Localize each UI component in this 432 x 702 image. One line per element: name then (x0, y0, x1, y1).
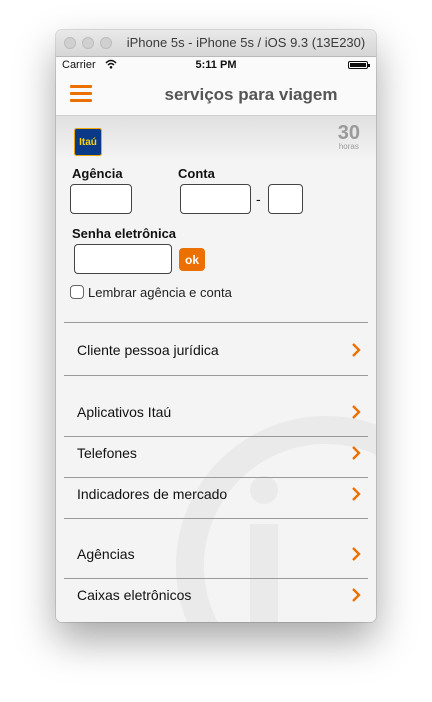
page-title: serviços para viagem (164, 85, 338, 104)
chevron-right-icon (352, 343, 361, 357)
status-bar: Carrier 5:11 PM (56, 57, 376, 73)
chevron-right-icon (352, 487, 361, 501)
navigation-bar: serviços para viagem (56, 73, 376, 116)
conta-label: Conta (178, 166, 215, 181)
menu-item-label: Agências (77, 546, 135, 562)
agencia-input[interactable] (70, 184, 132, 214)
menu-item-label: Indicadores de mercado (77, 486, 228, 502)
hours-text: horas (338, 142, 359, 151)
menu-item-caixas[interactable]: Caixas eletrônicos (64, 575, 368, 615)
status-time: 5:11 PM (195, 59, 237, 71)
senha-input[interactable] (74, 244, 172, 274)
menu-item-label: Telefones (77, 445, 137, 461)
chevron-right-icon (352, 446, 361, 460)
login-form: Agência Conta - Senha eletrônica ok Lemb… (56, 160, 376, 330)
senha-label: Senha eletrônica (72, 226, 177, 241)
close-window-button[interactable] (64, 37, 76, 49)
window-title: iPhone 5s - iPhone 5s / iOS 9.3 (13E230) (126, 35, 366, 50)
menu-item-label: Aplicativos Itaú (77, 404, 172, 420)
bank-banner: Itaú 30 horas (56, 116, 376, 160)
30-hours-logo: 30 horas (337, 122, 360, 151)
itau-logo: Itaú (74, 128, 102, 156)
menu-item-label: Caixas eletrônicos (77, 587, 192, 603)
hamburger-icon[interactable] (70, 85, 92, 103)
minimize-window-button[interactable] (82, 37, 94, 49)
conta-input[interactable] (180, 184, 251, 214)
chevron-right-icon (352, 405, 361, 419)
window-titlebar: iPhone 5s - iPhone 5s / iOS 9.3 (13E230) (56, 30, 376, 57)
menu-item-cliente-pj[interactable]: Cliente pessoa jurídica (64, 330, 368, 370)
menu-item-label: Cliente pessoa jurídica (77, 342, 219, 358)
agencia-label: Agência (72, 166, 123, 181)
menu-item-telefones[interactable]: Telefones (64, 433, 368, 473)
separator (64, 518, 368, 519)
main-content[interactable]: Itaú 30 horas Agência Conta - Senha elet… (56, 116, 376, 622)
battery-icon (348, 61, 370, 69)
hours-number: 30 (337, 122, 360, 144)
maximize-window-button[interactable] (100, 37, 112, 49)
simulator-window: iPhone 5s - iPhone 5s / iOS 9.3 (13E230)… (56, 30, 376, 622)
remember-checkbox[interactable] (70, 285, 84, 299)
menu-item-indicadores[interactable]: Indicadores de mercado (64, 474, 368, 514)
chevron-right-icon (352, 547, 361, 561)
separator (64, 322, 368, 323)
separator (64, 375, 368, 376)
remember-label[interactable]: Lembrar agência e conta (88, 285, 232, 300)
ok-button[interactable]: ok (179, 248, 205, 271)
menu-item-agencias[interactable]: Agências (64, 534, 368, 574)
conta-digito-input[interactable] (268, 184, 303, 214)
chevron-right-icon (352, 588, 361, 602)
conta-separator: - (256, 191, 261, 207)
menu-item-aplicativos-itau[interactable]: Aplicativos Itaú (64, 392, 368, 432)
